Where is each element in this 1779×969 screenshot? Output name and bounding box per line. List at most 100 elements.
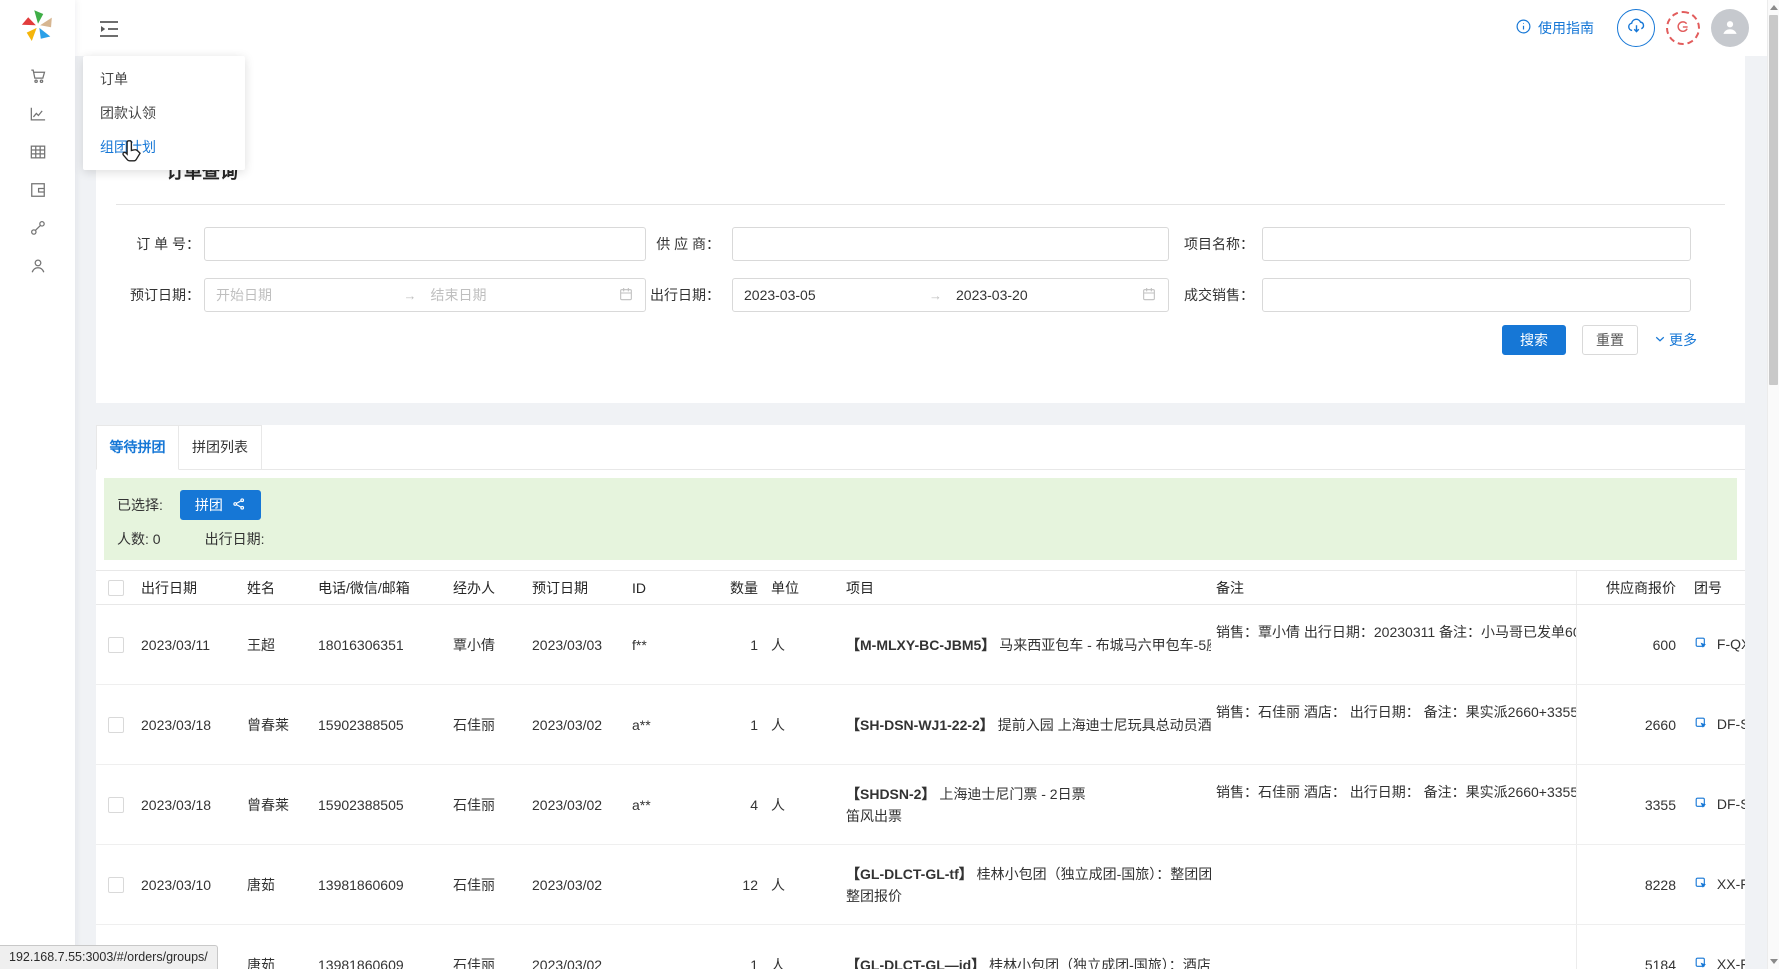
group-no-text: DF-S: [1717, 796, 1745, 812]
share-icon: [232, 497, 246, 514]
project-name-input[interactable]: [1262, 227, 1691, 261]
scroll-down-arrow-icon[interactable]: [1770, 959, 1778, 964]
sales-label: 成交销售：: [1146, 278, 1254, 312]
range-arrow: →: [929, 288, 942, 303]
cell-booking-date: 2023/03/02: [527, 765, 627, 845]
order-no-input[interactable]: [204, 227, 646, 261]
more-filters-link[interactable]: 更多: [1654, 330, 1697, 350]
cart-icon: [28, 73, 48, 89]
group-link-icon[interactable]: [1694, 878, 1713, 894]
travel-date-range-picker[interactable]: 2023-03-05 → 2023-03-20: [732, 278, 1169, 312]
row-checkbox[interactable]: [108, 637, 124, 653]
row-checkbox[interactable]: [108, 877, 124, 893]
user-guide-link[interactable]: 使用指南: [1515, 18, 1594, 38]
sidebar-item-reports[interactable]: [28, 104, 48, 124]
left-sidebar: [0, 0, 75, 969]
scrollbar-thumb[interactable]: [1769, 15, 1778, 385]
group-link-icon[interactable]: [1694, 638, 1713, 654]
table-row: 唐茹 13981860609 石佳丽 2023/03/02 1 人 【GL-DL…: [96, 925, 1745, 969]
grid-icon: [28, 149, 48, 165]
tab-bar-filler: [262, 425, 1745, 470]
booking-end-placeholder: 结束日期: [417, 285, 619, 305]
sidebar-item-account[interactable]: [28, 256, 48, 276]
menu-item-orders[interactable]: 订单: [83, 62, 245, 96]
table-row: 2023/03/18 曾春莱 15902388505 石佳丽 2023/03/0…: [96, 765, 1745, 845]
selection-bar: 已选择: 拼团 人数: 0 出行日期:: [104, 478, 1737, 560]
waiting-group-table: 出行日期 姓名 电话/微信/邮箱 经办人 预订日期 ID 数量 单位 项目 备注…: [96, 570, 1745, 969]
vertical-scrollbar[interactable]: [1767, 0, 1779, 969]
make-group-button[interactable]: 拼团: [180, 490, 261, 520]
person-icon: [28, 263, 48, 279]
cell-depart-date: 2023/03/18: [136, 765, 242, 845]
cell-project: 【M-MLXY-BC-JBM5】 马来西亚包车 - 布城马六甲包车-5座: [841, 605, 1211, 685]
cell-quantity: 1: [721, 605, 766, 685]
info-icon: [1515, 18, 1532, 38]
col-unit: 单位: [766, 571, 841, 605]
reset-button[interactable]: 重置: [1582, 325, 1638, 355]
table-row: 2023/03/11 王超 18016306351 覃小倩 2023/03/03…: [96, 605, 1745, 685]
cell-note: 销售：石佳丽 酒店： 出行日期： 备注：果实派2660+3355，秦春燕: [1211, 765, 1576, 845]
cell-agent: 石佳丽: [448, 685, 527, 765]
user-avatar[interactable]: [1711, 9, 1749, 47]
cell-project: 【SHDSN-2】 上海迪士尼门票 - 2日票 笛风出票: [841, 765, 1211, 845]
cell-booking-date: 2023/03/02: [527, 925, 627, 969]
cell-agent: 石佳丽: [448, 765, 527, 845]
menu-item-payment-claim[interactable]: 团款认领: [83, 96, 245, 130]
cell-unit: 人: [766, 845, 841, 925]
booking-date-range-picker[interactable]: 开始日期 → 结束日期: [204, 278, 646, 312]
cell-depart-date: 2023/03/18: [136, 685, 242, 765]
group-no-text: XX-F: [1717, 956, 1745, 969]
search-button[interactable]: 搜索: [1502, 325, 1566, 355]
group-link-icon[interactable]: [1694, 718, 1713, 734]
cell-id: a**: [627, 685, 721, 765]
sidebar-item-orders[interactable]: [28, 66, 48, 86]
cell-depart-date: 2023/03/10: [136, 845, 242, 925]
cell-agent: 石佳丽: [448, 925, 527, 969]
sidebar-item-distribution[interactable]: [28, 218, 48, 238]
cell-booking-date: 2023/03/02: [527, 685, 627, 765]
grouping-panel: 等待拼团 拼团列表 已选择: 拼团 人数: 0 出行日期:: [96, 425, 1745, 969]
cell-phone: 15902388505: [313, 765, 448, 845]
cell-phone: 13981860609: [313, 845, 448, 925]
group-link-icon[interactable]: [1694, 798, 1713, 814]
order-no-label: 订 单 号：: [104, 227, 200, 261]
cell-quantity: 1: [721, 685, 766, 765]
cell-note: 销售：石佳丽 酒店： 出行日期： 备注：果实派2660+3355，秦春燕: [1211, 685, 1576, 765]
tab-group-list[interactable]: 拼团列表: [179, 425, 262, 470]
row-checkbox[interactable]: [108, 717, 124, 733]
table-row: 2023/03/18 曾春莱 15902388505 石佳丽 2023/03/0…: [96, 685, 1745, 765]
col-id: ID: [627, 571, 721, 605]
col-note: 备注: [1211, 571, 1576, 605]
menu-unfold-icon[interactable]: [97, 17, 121, 41]
sales-input[interactable]: [1262, 278, 1691, 312]
project-subtitle: 笛风出票: [846, 805, 1211, 827]
cloud-download-button[interactable]: [1617, 9, 1655, 47]
col-booking-date: 预订日期: [527, 571, 627, 605]
sidebar-item-finance[interactable]: [28, 180, 48, 200]
row-checkbox[interactable]: [108, 797, 124, 813]
select-all-checkbox[interactable]: [108, 580, 124, 596]
cell-project: 【GL-DLCT-GL-tf】 桂林小包团（独立成团-国旅）：整团团费 整团报价: [841, 845, 1211, 925]
sidebar-item-products[interactable]: [28, 142, 48, 162]
booking-date-label: 预订日期：: [104, 278, 200, 312]
people-count-value: 0: [153, 531, 161, 547]
cell-phone: 18016306351: [313, 605, 448, 685]
power-icon: [1674, 18, 1692, 39]
browser-status-url: 192.168.7.55:3003/#/orders/groups/: [0, 945, 218, 969]
cell-supplier-price: 600: [1576, 605, 1686, 685]
menu-item-group-plan[interactable]: 组团计划: [83, 130, 245, 164]
range-arrow: →: [404, 288, 417, 303]
scroll-up-arrow-icon[interactable]: [1770, 5, 1778, 10]
cell-id: [627, 845, 721, 925]
people-count: 人数: 0: [117, 529, 161, 549]
project-code: 【M-MLXY-BC-JBM5】: [846, 637, 995, 653]
cell-supplier-price: 8228: [1576, 845, 1686, 925]
logout-button[interactable]: [1666, 11, 1700, 45]
supplier-input[interactable]: [732, 227, 1169, 261]
project-subtitle: 整团报价: [846, 885, 1211, 907]
tab-waiting-group[interactable]: 等待拼团: [96, 425, 179, 470]
group-link-icon[interactable]: [1694, 958, 1713, 969]
col-quantity: 数量: [721, 571, 766, 605]
selected-depart-date-label: 出行日期:: [205, 529, 265, 549]
cell-booking-date: 2023/03/02: [527, 845, 627, 925]
